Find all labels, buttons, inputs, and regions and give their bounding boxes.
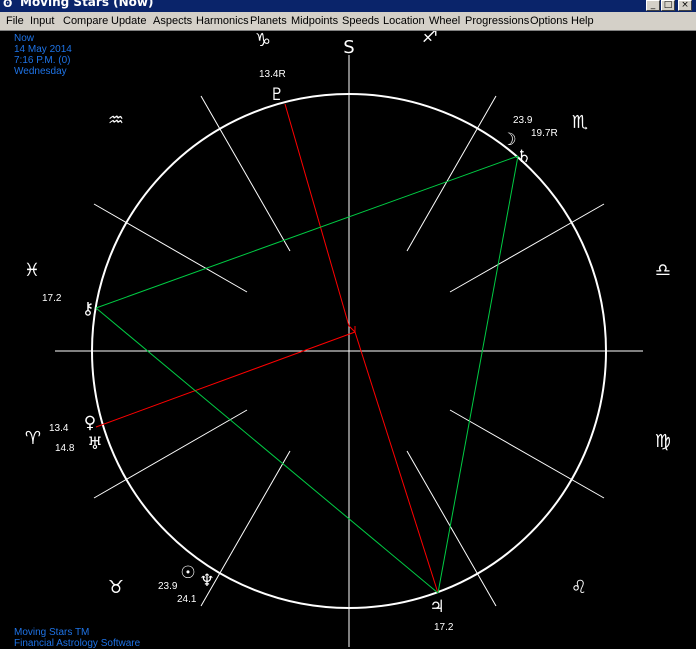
menu-progressions[interactable]: Progressions [465, 15, 529, 28]
chiron-icon[interactable]: ⚷ [82, 299, 94, 319]
menu-input[interactable]: Input [30, 15, 54, 28]
menu-options[interactable]: Options [530, 15, 568, 28]
menu-aspects[interactable]: Aspects [153, 15, 192, 28]
neptune-icon[interactable]: ♆ [199, 571, 214, 591]
sun-degree: 23.9 [158, 581, 178, 592]
house-line [406, 95, 497, 252]
aspect-line-red [354, 331, 439, 594]
aspect-line-green [437, 155, 519, 594]
aquarius-icon: ♒ [108, 110, 124, 131]
sagittarius-icon: ♐ [422, 31, 438, 47]
menu-update[interactable]: Update [111, 15, 146, 28]
venus-icon[interactable]: ♀ [84, 413, 96, 433]
menu-file[interactable]: File [6, 15, 24, 28]
virgo-icon: ♍ [655, 431, 671, 452]
chart-name: Now [14, 33, 35, 44]
chiron-degree: 17.2 [42, 293, 62, 304]
menu-wheel[interactable]: Wheel [429, 15, 460, 28]
house-line [406, 450, 497, 607]
house-line [200, 95, 291, 252]
aspect-line-red [348, 325, 356, 334]
menu-planets[interactable]: Planets [250, 15, 287, 28]
sun-icon[interactable]: ☉ [180, 563, 195, 583]
pisces-icon: ♓ [24, 260, 40, 281]
capricorn-icon: ♑ [255, 31, 271, 51]
title-bar: ʘ Moving Stars (Now) _ □ × [0, 0, 696, 12]
menu-compare[interactable]: Compare [63, 15, 108, 28]
jupiter-degree: 17.2 [434, 622, 454, 633]
neptune-degree: 24.1 [177, 594, 197, 605]
menu-location[interactable]: Location [383, 15, 425, 28]
venus-degree: 13.4 [49, 423, 69, 434]
footer-tagline: Financial Astrology Software [14, 638, 141, 649]
leo-icon: ♌ [571, 577, 587, 598]
chart-wheel[interactable]: S ♑ ♐ ♏ ♎ ♍ ♌ ♉ ♈ ♓ ♒ ♇ ☽ ♄ ⚷ ♀ ♅ ☉ ♆ ♃ … [0, 31, 696, 647]
chart-weekday: Wednesday [14, 66, 67, 77]
south-label: S [343, 37, 354, 58]
uranus-degree: 14.8 [55, 443, 75, 454]
pluto-icon[interactable]: ♇ [269, 85, 284, 105]
aspect-line-red [284, 103, 350, 327]
aries-icon: ♈ [25, 428, 41, 449]
menu-harmonics[interactable]: Harmonics [196, 15, 249, 28]
house-lines [55, 55, 643, 647]
pluto-degree: 13.4R [259, 69, 286, 80]
window-title: Moving Stars (Now) [20, 0, 154, 9]
close-button[interactable]: × [678, 0, 692, 11]
libra-icon: ♎ [655, 260, 671, 281]
jupiter-icon[interactable]: ♃ [429, 597, 444, 617]
taurus-icon: ♉ [108, 577, 124, 598]
house-line [449, 203, 605, 293]
moon-degree: 23.9 [513, 115, 533, 126]
minimize-button[interactable]: _ [646, 0, 660, 11]
menu-midpoints[interactable]: Midpoints [291, 15, 338, 28]
moon-icon[interactable]: ☽ [501, 130, 516, 150]
house-line [449, 409, 605, 499]
menu-help[interactable]: Help [571, 15, 594, 28]
maximize-button[interactable]: □ [661, 0, 675, 11]
footer-product: Moving Stars TM [14, 627, 90, 638]
app-icon[interactable]: ʘ [3, 0, 15, 10]
house-line [93, 409, 248, 499]
chart-date: 14 May 2014 [14, 44, 72, 55]
menu-speeds[interactable]: Speeds [342, 15, 379, 28]
scorpio-icon: ♏ [572, 112, 588, 133]
house-line [93, 203, 248, 293]
saturn-degree: 19.7R [531, 128, 558, 139]
chart-time: 7:16 P.M. (0) [14, 55, 71, 66]
uranus-icon[interactable]: ♅ [87, 434, 102, 454]
zodiac-signs: ♑ ♐ ♏ ♎ ♍ ♌ ♉ ♈ ♓ ♒ [24, 31, 671, 598]
menu-bar: File Input Compare Update Aspects Harmon… [0, 12, 696, 31]
saturn-icon[interactable]: ♄ [516, 147, 531, 167]
aspect-line-red [95, 331, 356, 428]
